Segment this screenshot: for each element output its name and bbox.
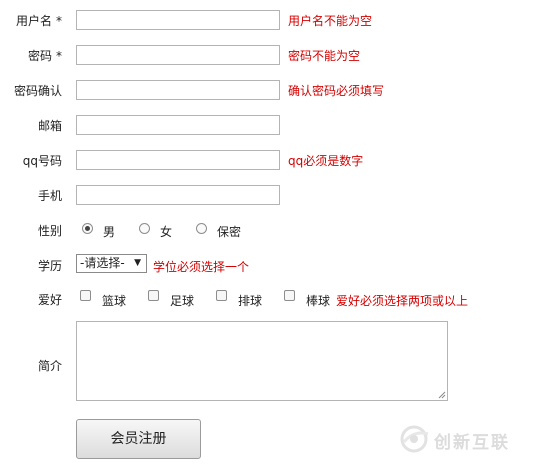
- email-label: 邮箱: [37, 119, 62, 133]
- phone-label: 手机: [37, 189, 62, 203]
- watermark-text: 创新互联: [434, 433, 510, 453]
- register-button[interactable]: 会员注册: [76, 419, 201, 459]
- degree-selected-value: -请选择-: [80, 256, 125, 270]
- gender-radio-male[interactable]: [82, 223, 93, 234]
- dropdown-arrow-icon: ▼: [134, 258, 141, 268]
- username-label-text: 用户名: [15, 14, 52, 28]
- hobby-option-football: 足球: [170, 294, 195, 308]
- gender-option-female: 女: [160, 225, 173, 239]
- intro-textarea[interactable]: [76, 321, 448, 401]
- hobby-checkbox-volleyball[interactable]: [216, 290, 227, 301]
- username-error: 用户名不能为空: [288, 14, 373, 28]
- degree-label: 学历: [37, 259, 62, 273]
- password-error: 密码不能为空: [288, 49, 361, 63]
- logo-icon: [400, 425, 429, 453]
- resize-grip-icon[interactable]: [438, 391, 446, 399]
- qq-label: qq号码: [22, 154, 62, 168]
- hobby-option-basketball: 篮球: [102, 294, 127, 308]
- hobby-error: 爱好必须选择两项或以上: [336, 294, 469, 308]
- confirm-password-label: 密码确认: [13, 84, 62, 98]
- gender-option-male: 男: [103, 225, 116, 239]
- password-label-text: 密码: [27, 49, 52, 63]
- hobby-checkbox-football[interactable]: [148, 290, 159, 301]
- confirm-password-input[interactable]: [76, 80, 280, 100]
- hobby-option-baseball: 棒球: [306, 294, 331, 308]
- hobby-option-volleyball: 排球: [238, 294, 263, 308]
- degree-select[interactable]: -请选择- ▼: [76, 254, 147, 273]
- gender-option-secret: 保密: [217, 225, 242, 239]
- password-input[interactable]: [76, 45, 280, 65]
- gender-radio-secret[interactable]: [196, 223, 207, 234]
- email-input[interactable]: [76, 115, 280, 135]
- hobby-label: 爱好: [37, 293, 62, 307]
- hobby-checkbox-basketball[interactable]: [80, 290, 91, 301]
- hobby-checkbox-baseball[interactable]: [284, 290, 295, 301]
- qq-input[interactable]: [76, 150, 280, 170]
- username-input[interactable]: [76, 10, 280, 30]
- intro-label: 简介: [37, 359, 62, 373]
- required-mark: *: [56, 14, 62, 28]
- password-label: 密码 *: [28, 47, 62, 64]
- qq-error: qq必须是数字: [288, 154, 364, 168]
- gender-radio-female[interactable]: [139, 223, 150, 234]
- confirm-password-error: 确认密码必须填写: [288, 84, 385, 98]
- required-mark: *: [56, 49, 62, 63]
- username-label: 用户名 *: [16, 12, 62, 29]
- watermark: 创新互联: [398, 424, 528, 454]
- phone-input[interactable]: [76, 185, 280, 205]
- gender-label: 性别: [37, 224, 62, 238]
- degree-error: 学位必须选择一个: [153, 260, 250, 274]
